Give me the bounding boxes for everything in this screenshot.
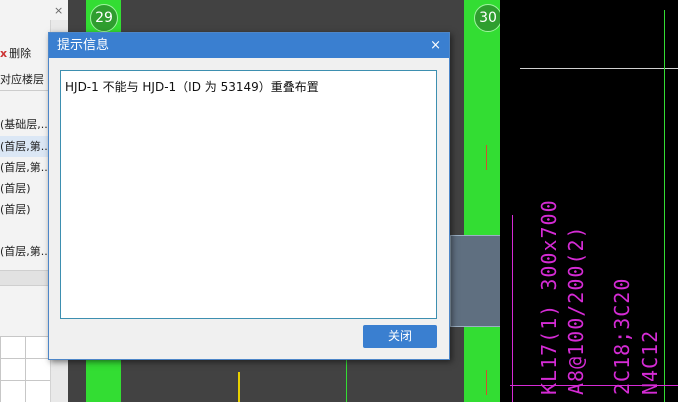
beam-label-line3: 2C18;3C20 [610, 277, 634, 395]
dialog-titlebar[interactable]: 提示信息 × [49, 33, 449, 58]
dimension-marker [238, 372, 240, 402]
cad-annotation-area: KL17(1) 300x700 A8@100/200(2) 2C18;3C20 … [500, 0, 678, 402]
floor-column-header: 对应楼层 [0, 70, 50, 91]
list-item[interactable]: (首层,第... [0, 157, 50, 178]
panel-close-icon[interactable]: × [54, 4, 63, 17]
beam-label-line2: A8@100/200(2) [564, 225, 588, 395]
annotation-line [512, 215, 513, 402]
list-item[interactable]: (首层) [0, 178, 50, 199]
close-button[interactable]: 关闭 [363, 325, 437, 348]
list-item[interactable] [0, 220, 50, 241]
delete-icon: x [0, 47, 8, 60]
beam-label-line4: N4C12 [638, 329, 662, 395]
dialog-title: 提示信息 [57, 38, 110, 53]
beam-label-line1: KL17(1) 300x700 [537, 199, 561, 395]
reference-line [520, 68, 678, 69]
list-item[interactable]: (首层) [0, 199, 50, 220]
panel-separator [0, 270, 50, 286]
axis-marker-29: 29 [90, 4, 118, 32]
property-grid[interactable] [0, 336, 50, 402]
info-dialog: 提示信息 × HJD-1 不能与 HJD-1（ID 为 53149）重叠布置 关… [48, 32, 450, 360]
dialog-message: HJD-1 不能与 HJD-1（ID 为 53149）重叠布置 [65, 80, 319, 94]
guide-line [664, 10, 665, 402]
beam-section [450, 235, 502, 327]
delete-label: 删除 [9, 47, 32, 60]
axis-dash [486, 145, 487, 170]
axis-dash [486, 370, 487, 395]
column-strip-30 [464, 0, 500, 402]
guide-line [346, 360, 347, 402]
list-item[interactable]: (首层,第... [0, 136, 50, 157]
list-item[interactable]: (首层,第... [0, 241, 50, 262]
close-icon[interactable]: × [430, 33, 441, 58]
message-box: HJD-1 不能与 HJD-1（ID 为 53149）重叠布置 [60, 70, 437, 319]
list-item[interactable]: (基础层,... [0, 114, 50, 135]
axis-marker-30: 30 [474, 4, 502, 32]
delete-button[interactable]: x 删除 [0, 44, 31, 64]
